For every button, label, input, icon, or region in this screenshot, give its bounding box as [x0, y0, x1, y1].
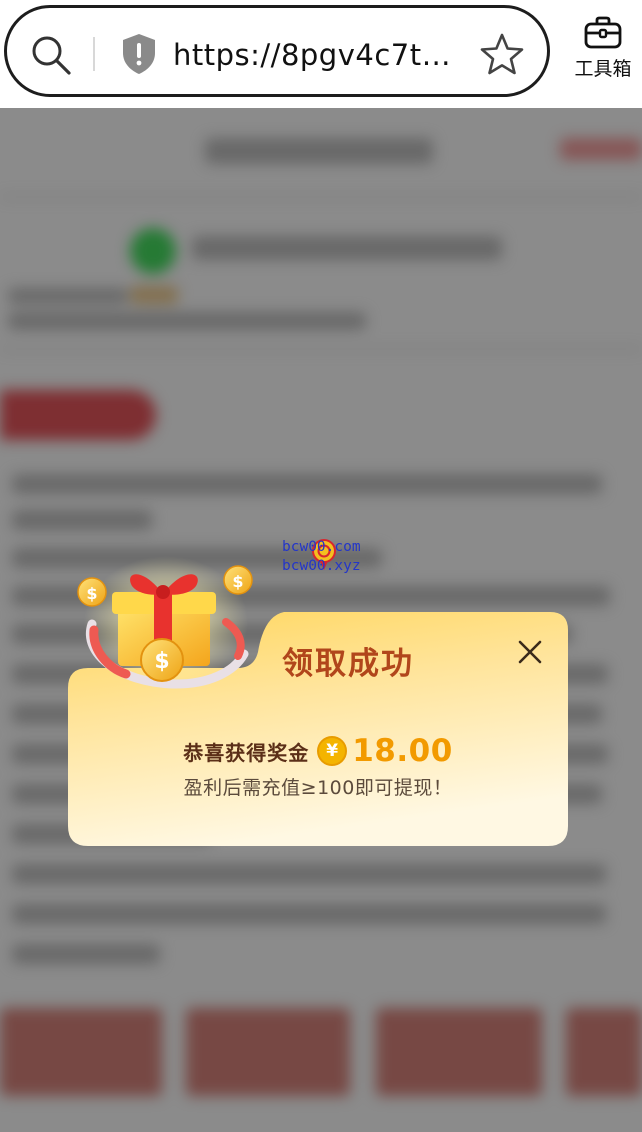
address-bar[interactable]: https://8pgv4c7t9r…: [4, 5, 550, 97]
yuan-coin-icon: ¥: [317, 736, 348, 766]
toolbox-button[interactable]: 工具箱: [568, 16, 638, 88]
withdraw-note: 盈利后需充值≥100即可提现！: [183, 777, 453, 799]
svg-text:$: $: [86, 584, 97, 603]
url-text[interactable]: https://8pgv4c7t9r…: [173, 36, 455, 74]
toolbox-label: 工具箱: [574, 58, 632, 80]
watermark-line-1: bcw00.com: [282, 539, 361, 555]
search-icon[interactable]: [30, 34, 72, 76]
close-icon[interactable]: [512, 634, 548, 670]
reward-amount-row: 恭喜获得奖金 ¥ 18.00: [68, 733, 568, 769]
bookmark-star-icon[interactable]: [479, 32, 525, 76]
toolbox-icon: [584, 16, 622, 49]
browser-toolbar: https://8pgv4c7t9r… 工具箱: [0, 0, 642, 108]
reward-amount: 18.00: [352, 733, 453, 769]
dialog-title: 领取成功: [282, 646, 414, 682]
watermark: bcw00.com bcw00.xyz: [282, 538, 392, 576]
watermark-line-2: bcw00.xyz: [282, 558, 361, 574]
congrats-label: 恭喜获得奖金: [183, 740, 310, 765]
address-divider: [93, 37, 95, 71]
svg-text:$: $: [154, 649, 169, 674]
svg-text:$: $: [232, 572, 243, 591]
shield-icon[interactable]: [119, 32, 159, 76]
gift-box-icon: $ $ $: [77, 556, 253, 689]
